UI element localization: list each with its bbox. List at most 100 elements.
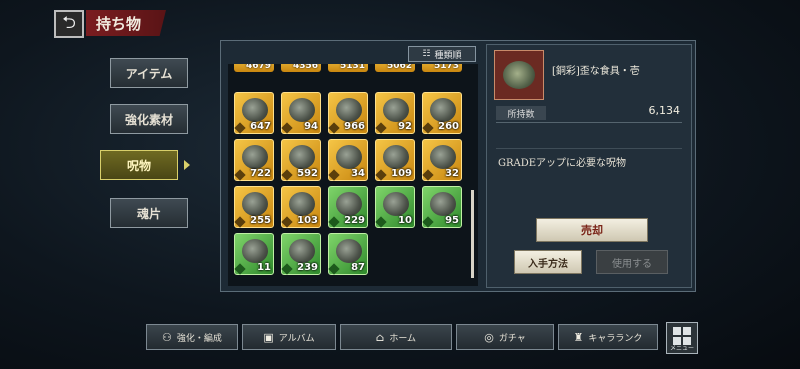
nav-home[interactable]: ⌂ ホーム [340, 324, 452, 350]
grid-item[interactable]: 647 [234, 92, 274, 134]
grid-item[interactable]: 92 [375, 92, 415, 134]
item-count: 647 [250, 121, 271, 132]
nav-character-rank[interactable]: ♜ キャラランク [558, 324, 658, 350]
cursed-object-icon [336, 98, 362, 122]
owned-count-label: 所持数 [496, 106, 546, 120]
item-description: GRADEアップに必要な呪物 [498, 158, 627, 169]
menu-button[interactable]: メニュー [666, 322, 698, 354]
item-count: 10 [398, 215, 412, 226]
obtain-method-button[interactable]: 入手方法 [514, 250, 582, 274]
grid-item[interactable]: 260 [422, 92, 462, 134]
item-count: 92 [398, 121, 412, 132]
use-button: 使用する [596, 250, 668, 274]
nav-gacha[interactable]: ◎ ガチャ [456, 324, 554, 350]
cursed-object-icon [383, 192, 409, 216]
grid-item[interactable]: 11 [234, 233, 274, 275]
cursed-object-icon [289, 98, 315, 122]
sort-icon: ☷ [422, 49, 431, 59]
item-grid[interactable]: 4679 4356 5131 5062 5173 647 94 966 92 260 722 592 3… [228, 64, 478, 286]
cursed-object-icon [289, 239, 315, 263]
tab-cursed-objects[interactable]: 呪物 [100, 150, 178, 180]
nav-label: アルバム [278, 333, 315, 344]
rank-icon: ♜ [573, 330, 584, 344]
item-count: 5062 [386, 64, 412, 71]
cursed-object-icon [430, 192, 456, 216]
divider [496, 148, 682, 149]
back-button[interactable]: ⮌ [54, 10, 84, 38]
tab-materials[interactable]: 強化素材 [110, 104, 188, 134]
nav-label: ガチャ [498, 333, 526, 344]
item-count: 260 [438, 121, 459, 132]
grid-item[interactable]: 722 [234, 139, 274, 181]
nav-label: 強化・編成 [176, 333, 222, 344]
page-title: 持ち物 [86, 10, 166, 36]
item-count: 255 [250, 215, 271, 226]
grid-item[interactable]: 103 [281, 186, 321, 228]
grid-item[interactable]: 109 [375, 139, 415, 181]
cursed-object-icon [242, 145, 268, 169]
tab-label: 強化素材 [124, 112, 173, 127]
grid-item[interactable]: 32 [422, 139, 462, 181]
menu-label: メニュー [669, 345, 694, 352]
nav-label: キャラランク [588, 333, 643, 344]
cursed-object-icon [336, 145, 362, 169]
cursed-object-icon [336, 192, 362, 216]
grid-item[interactable]: 34 [328, 139, 368, 181]
people-icon: ⚇ [162, 330, 172, 344]
item-count: 103 [297, 215, 318, 226]
cursed-object-icon [289, 145, 315, 169]
grid-item-partial[interactable]: 4679 [234, 64, 274, 72]
grid-item-partial[interactable]: 4356 [281, 64, 321, 72]
item-count: 722 [250, 168, 271, 179]
grid-item[interactable]: 94 [281, 92, 321, 134]
gacha-icon: ◎ [484, 330, 494, 344]
nav-enhance-formation[interactable]: ⚇ 強化・編成 [146, 324, 238, 350]
item-count: 95 [445, 215, 459, 226]
sort-button[interactable]: ☷ 種類順 [408, 46, 476, 62]
tab-items[interactable]: アイテム [110, 58, 188, 88]
item-count: 239 [297, 262, 318, 273]
cursed-object-icon [383, 145, 409, 169]
grid-item-partial[interactable]: 5131 [328, 64, 368, 72]
item-count: 592 [297, 168, 318, 179]
grid-item[interactable]: 229 [328, 186, 368, 228]
tab-label: 呪物 [126, 158, 151, 173]
back-arrow-icon: ⮌ [62, 12, 76, 33]
cursed-object-icon [430, 98, 456, 122]
tab-soul-fragments[interactable]: 魂片 [110, 198, 188, 228]
grid-item[interactable]: 87 [328, 233, 368, 275]
grid-item[interactable]: 95 [422, 186, 462, 228]
item-count: 32 [445, 168, 459, 179]
sell-button[interactable]: 売却 [536, 218, 648, 242]
cursed-object-icon [430, 145, 456, 169]
cursed-object-icon [289, 192, 315, 216]
owned-count-value: 6,134 [648, 104, 681, 117]
grid-item[interactable]: 966 [328, 92, 368, 134]
item-count: 87 [351, 262, 365, 273]
sort-label: 種類順 [434, 50, 462, 61]
nav-album[interactable]: ▣ アルバム [242, 324, 336, 350]
home-icon: ⌂ [375, 330, 385, 344]
cursed-object-icon [242, 192, 268, 216]
cursed-object-icon [383, 98, 409, 122]
tab-label: 魂片 [136, 206, 161, 221]
cursed-object-icon [336, 239, 362, 263]
grid-item[interactable]: 592 [281, 139, 321, 181]
grid-item[interactable]: 239 [281, 233, 321, 275]
item-count: 5131 [339, 64, 365, 71]
grid-icon [683, 327, 691, 335]
item-name: [銅彩]歪な食具・壱 [552, 66, 640, 77]
item-count: 94 [304, 121, 318, 132]
grid-item[interactable]: 10 [375, 186, 415, 228]
scrollbar[interactable] [471, 190, 474, 278]
item-count: 4679 [245, 64, 271, 71]
grid-item[interactable]: 255 [234, 186, 274, 228]
tab-label: アイテム [125, 66, 173, 81]
nav-label: ホーム [389, 333, 417, 344]
item-count: 4356 [292, 64, 318, 71]
item-count: 109 [391, 168, 412, 179]
grid-item-partial[interactable]: 5062 [375, 64, 415, 72]
selected-item-icon [494, 50, 544, 100]
grid-item-partial[interactable]: 5173 [422, 64, 462, 72]
cursed-object-icon [242, 98, 268, 122]
